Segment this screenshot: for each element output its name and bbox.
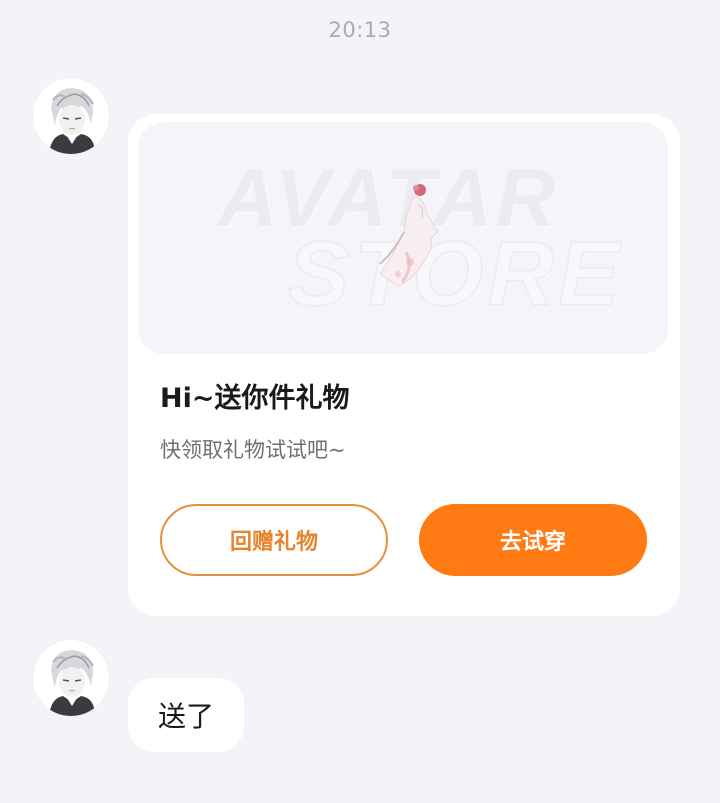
dress-icon (379, 184, 439, 287)
message-timestamp: 20:13 (328, 18, 392, 42)
return-gift-button[interactable]: 回赠礼物 (160, 504, 388, 576)
sender-avatar[interactable] (33, 78, 109, 154)
gift-card-subtitle: 快领取礼物试试吧~ (160, 438, 346, 462)
gift-message-card[interactable]: AVATAR STORE Hi~送你件礼物 快领取礼物试试吧~ 回赠礼物 去试穿 (128, 114, 680, 616)
try-on-button[interactable]: 去试穿 (419, 504, 647, 576)
text-message-bubble[interactable]: 送了 (128, 678, 245, 752)
avatar-store-banner: AVATAR STORE (138, 122, 668, 354)
gift-card-title: Hi~送你件礼物 (160, 383, 350, 414)
sender-avatar[interactable] (33, 640, 109, 716)
anime-character-avatar-icon (33, 640, 109, 716)
anime-character-avatar-icon (33, 78, 109, 154)
